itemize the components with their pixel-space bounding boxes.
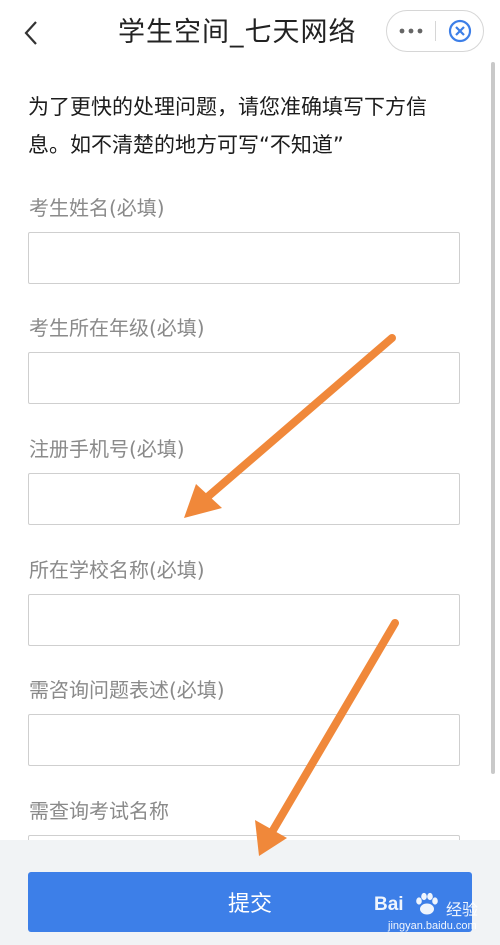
- grade-label: 考生所在年级(必填): [29, 316, 205, 340]
- baidu-jingyan-watermark: Bai 经验 jingyan.baidu.com: [366, 890, 496, 940]
- name-input[interactable]: [28, 232, 460, 284]
- name-label: 考生姓名(必填): [29, 196, 165, 220]
- grade-input[interactable]: [28, 352, 460, 404]
- chevron-left-icon: [24, 21, 37, 45]
- back-button[interactable]: [14, 14, 48, 52]
- page-title: 学生空间_七天网络: [118, 17, 357, 48]
- question-input[interactable]: [28, 714, 460, 766]
- mini-program-capsule: [386, 10, 484, 52]
- question-label: 需咨询问题表述(必填): [29, 678, 225, 702]
- close-circle-icon: [448, 19, 471, 43]
- navigation-bar: 学生空间_七天网络: [0, 0, 500, 66]
- school-input[interactable]: [28, 594, 460, 646]
- school-label: 所在学校名称(必填): [29, 558, 205, 582]
- intro-text: 为了更快的处理问题，请您准确填写下方信息。如不清楚的地方可写“不知道”: [28, 95, 427, 157]
- phone-input[interactable]: [28, 473, 460, 525]
- exam-label: 需查询考试名称: [29, 799, 169, 823]
- paw-icon: [416, 892, 438, 915]
- scrollbar[interactable]: [491, 62, 495, 774]
- watermark-brand: Bai: [374, 894, 404, 915]
- phone-label: 注册手机号(必填): [29, 437, 185, 461]
- close-button[interactable]: [436, 11, 483, 51]
- watermark-text: 经验: [446, 900, 479, 919]
- more-horizontal-icon: [399, 28, 423, 34]
- watermark-url: jingyan.baidu.com: [388, 920, 477, 932]
- more-button[interactable]: [387, 11, 435, 51]
